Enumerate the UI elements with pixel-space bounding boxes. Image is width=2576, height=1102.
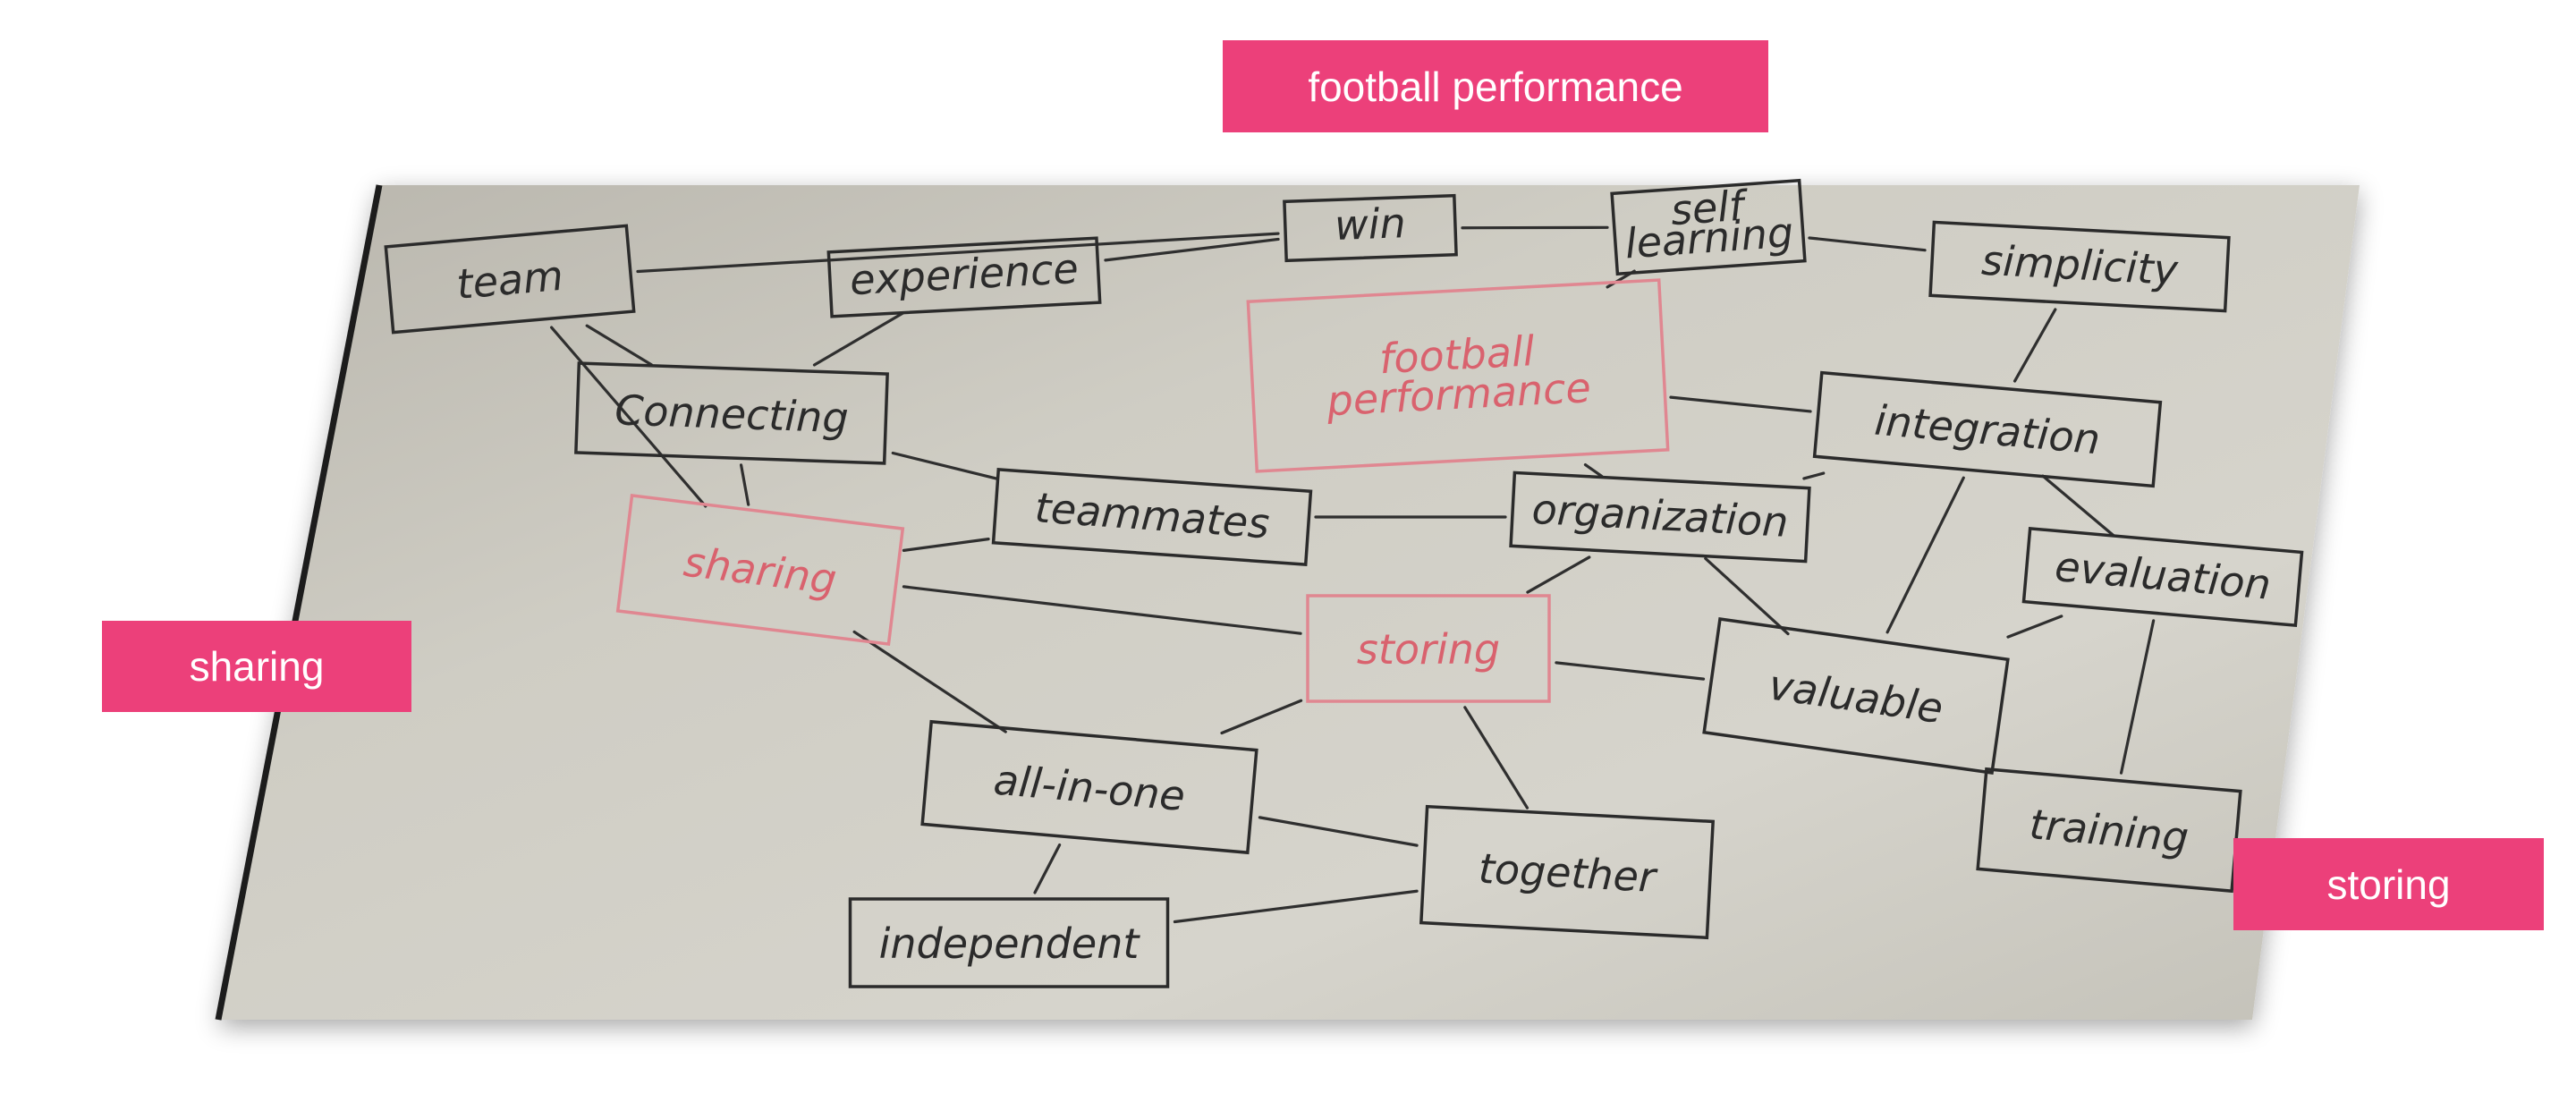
node-label-win: win [1334, 199, 1406, 250]
tag-sharing: sharing [102, 621, 411, 712]
tag-football-performance: football performance [1223, 40, 1768, 132]
node-label-connecting: Connecting [614, 386, 849, 442]
node-label-independent: independent [879, 920, 1141, 968]
tag-storing: storing [2233, 838, 2544, 930]
node-label-simplicity: simplicity [1980, 236, 2180, 294]
node-label-team: team [454, 251, 565, 309]
node-label-storing: storing [1357, 625, 1500, 674]
whiteboard-photo: team experiencewin selflearning simplicityf… [215, 178, 2360, 1021]
node-label-together: together [1478, 844, 1660, 902]
